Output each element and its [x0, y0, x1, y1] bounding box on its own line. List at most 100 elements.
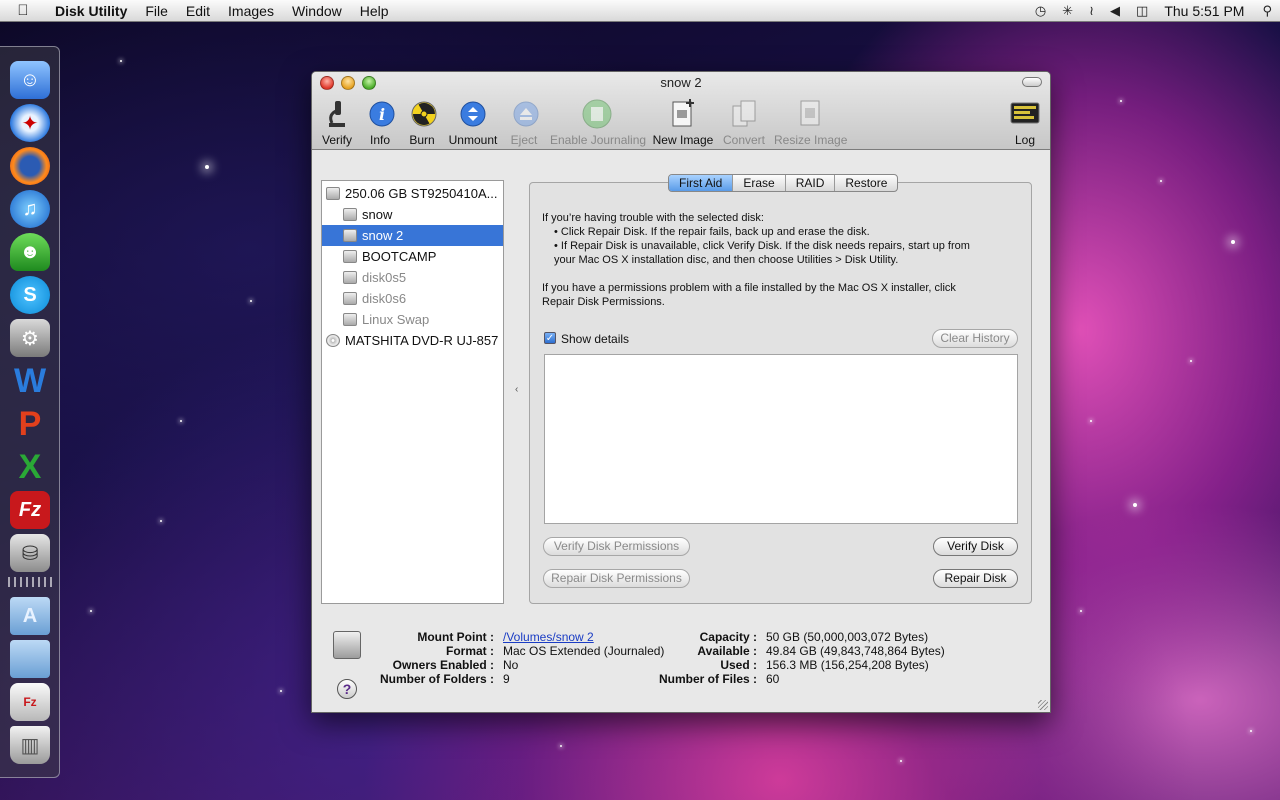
menubar-clock[interactable]: Thu 5:51 PM	[1156, 3, 1254, 19]
first-aid-help-line: • Click Repair Disk. If the repair fails…	[554, 226, 870, 238]
sidebar-item-dvd-drive[interactable]: MATSHITA DVD-R UJ-857	[322, 330, 503, 351]
used-label: Used :	[720, 658, 757, 672]
convert-button[interactable]: Convert	[722, 98, 766, 147]
capacity-label: Capacity :	[699, 630, 757, 644]
applications-folder-icon[interactable]: A	[10, 597, 50, 635]
sidebar-item-label: snow 2	[362, 228, 404, 243]
menu-images[interactable]: Images	[219, 3, 283, 19]
new-image-button[interactable]: New Image	[652, 98, 714, 147]
volume-icon	[343, 292, 357, 305]
menu-edit[interactable]: Edit	[177, 3, 219, 19]
documents-folder-icon[interactable]	[10, 640, 50, 678]
format-label: Format :	[446, 644, 494, 658]
svg-text:i: i	[379, 105, 385, 124]
toolbar-toggle-button[interactable]	[1022, 77, 1042, 87]
new-image-icon	[667, 98, 699, 130]
sidebar-item-snow[interactable]: snow	[322, 204, 503, 225]
battery-icon[interactable]: ◫	[1128, 3, 1156, 19]
unmount-button[interactable]: Unmount	[448, 98, 498, 147]
excel-icon[interactable]: X	[10, 448, 50, 486]
sidebar-item-label: disk0s5	[362, 270, 407, 285]
eject-label: Eject	[510, 133, 538, 147]
first-aid-help-line: your Mac OS X installation disc, and the…	[554, 254, 899, 266]
info-button[interactable]: i Info	[366, 98, 395, 147]
itunes-icon[interactable]: ♫	[10, 190, 50, 228]
window-resize-handle[interactable]	[1038, 700, 1048, 710]
repair-disk-button[interactable]: Repair Disk	[933, 569, 1018, 588]
radiation-burn-icon	[408, 98, 440, 130]
mount-point-link[interactable]: /Volumes/snow 2	[503, 630, 594, 644]
powerpoint-icon[interactable]: P	[10, 405, 50, 443]
unmount-icon	[457, 98, 489, 130]
menu-window[interactable]: Window	[283, 3, 351, 19]
sidebar-item-disk[interactable]: 250.06 GB ST9250410A...	[322, 183, 503, 204]
tab-bar: First Aid Erase RAID Restore	[668, 174, 899, 192]
verify-button[interactable]: Verify	[320, 98, 354, 147]
microscope-icon	[321, 98, 353, 130]
filezilla-icon[interactable]: Fz	[10, 491, 50, 529]
volume-icon[interactable]: ◀	[1102, 3, 1128, 19]
disk-utility-icon[interactable]: ⛁	[10, 534, 50, 572]
repair-disk-permissions-button[interactable]: Repair Disk Permissions	[543, 569, 690, 588]
disk-utility-window: snow 2 Verify i Info Burn Unmount Eject …	[311, 71, 1051, 713]
firefox-icon[interactable]	[10, 147, 50, 185]
burn-button[interactable]: Burn	[408, 98, 437, 147]
skype-icon[interactable]: S	[10, 276, 50, 314]
verify-disk-permissions-button[interactable]: Verify Disk Permissions	[543, 537, 690, 556]
log-button[interactable]: Log	[1008, 98, 1042, 147]
tab-first-aid[interactable]: First Aid	[669, 175, 734, 191]
menu-file[interactable]: File	[136, 3, 177, 19]
volume-icon	[343, 229, 357, 242]
sidebar-item-disk0s5[interactable]: disk0s5	[322, 267, 503, 288]
info-icon: i	[366, 98, 398, 130]
resize-image-label: Resize Image	[774, 133, 848, 147]
tab-erase[interactable]: Erase	[733, 175, 786, 191]
show-details-label[interactable]: Show details	[561, 332, 629, 346]
disk-sidebar: 250.06 GB ST9250410A... snow snow 2 BOOT…	[321, 180, 504, 604]
resize-image-icon	[794, 98, 826, 130]
mount-point-label: Mount Point :	[417, 630, 494, 644]
help-button[interactable]: ?	[337, 679, 357, 699]
number-of-files-value: 60	[766, 672, 780, 686]
adium-icon[interactable]: ☻	[10, 233, 50, 271]
split-view-handle-icon[interactable]: ‹	[515, 384, 518, 395]
word-icon[interactable]: W	[10, 362, 50, 400]
menu-help[interactable]: Help	[351, 3, 398, 19]
sidebar-item-disk0s6[interactable]: disk0s6	[322, 288, 503, 309]
verify-disk-button[interactable]: Verify Disk	[933, 537, 1018, 556]
first-aid-help-line: Repair Disk Permissions.	[542, 296, 665, 308]
show-details-checkbox[interactable]: ✓	[544, 332, 556, 344]
dock: ☺ ✦ ♫ ☻ S ⚙ W P X Fz ⛁ A Fz ▥	[0, 46, 60, 778]
sidebar-item-snow-2[interactable]: snow 2	[322, 225, 503, 246]
time-machine-icon[interactable]: ◷	[1027, 3, 1054, 19]
volume-icon	[343, 250, 357, 263]
sidebar-item-linux-swap[interactable]: Linux Swap	[322, 309, 503, 330]
number-of-folders-value: 9	[503, 672, 510, 686]
eject-button[interactable]: Eject	[510, 98, 539, 147]
sidebar-item-label: MATSHITA DVD-R UJ-857	[345, 333, 499, 348]
safari-icon[interactable]: ✦	[10, 104, 50, 142]
tab-restore[interactable]: Restore	[835, 175, 897, 191]
filezilla-download-icon[interactable]: Fz	[10, 683, 50, 721]
menu-app-name[interactable]: Disk Utility	[46, 3, 136, 19]
trash-icon[interactable]: ▥	[10, 726, 50, 764]
spotlight-search-icon[interactable]: ⚲	[1254, 3, 1280, 19]
clear-history-button[interactable]: Clear History	[932, 329, 1018, 348]
enable-journaling-button[interactable]: Enable Journaling	[550, 98, 646, 147]
system-preferences-icon[interactable]: ⚙	[10, 319, 50, 357]
finder-icon[interactable]: ☺	[10, 61, 50, 99]
bluetooth-icon[interactable]: ✳	[1054, 3, 1081, 19]
apple-menu-icon[interactable]: 	[0, 2, 46, 19]
sidebar-item-bootcamp[interactable]: BOOTCAMP	[322, 246, 503, 267]
available-label: Available :	[697, 644, 757, 658]
used-value: 156.3 MB (156,254,208 Bytes)	[766, 658, 929, 672]
sidebar-item-label: disk0s6	[362, 291, 407, 306]
resize-image-button[interactable]: Resize Image	[774, 98, 848, 147]
journaling-icon	[581, 98, 613, 130]
new-image-label: New Image	[652, 133, 714, 147]
wifi-icon[interactable]: ≀	[1081, 3, 1102, 19]
first-aid-help-line: If you’re having trouble with the select…	[542, 212, 764, 224]
first-aid-log[interactable]	[544, 354, 1018, 524]
tab-raid[interactable]: RAID	[786, 175, 836, 191]
format-value: Mac OS Extended (Journaled)	[503, 644, 665, 658]
